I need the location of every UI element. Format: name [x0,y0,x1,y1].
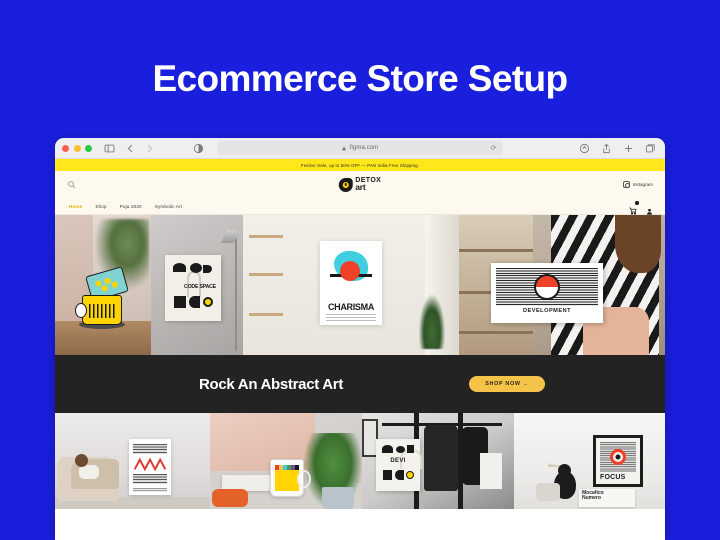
promo-banner-text: Festive Sale, up to 50% OFF — PAN India … [300,162,420,168]
address-url: figma.com [349,145,379,151]
close-window-button[interactable] [62,144,69,152]
forward-icon[interactable] [143,142,156,155]
minimize-window-button[interactable] [73,144,81,152]
cta-title: Rock An Abstract Art [199,375,344,393]
browser-window: figma.com ⟳ Festive Sale, up to 50% OFF … [55,138,665,540]
instagram-icon [622,181,630,188]
new-tab-icon[interactable] [622,142,635,155]
hero-cell-charisma-poster[interactable]: CHARISMA [243,215,459,355]
contrast-icon[interactable] [192,142,205,155]
hero-cell-stacked-mugs[interactable] [55,215,151,355]
logo-bottom-word: art [355,182,366,193]
browser-toolbar: figma.com ⟳ [55,138,665,159]
nav-item-shop[interactable]: Shop [95,204,106,209]
eye-logo-icon [338,177,353,192]
devi-tote-text: DEVI [390,458,406,464]
instagram-label: Instagram [632,182,653,187]
cta-banner: Rock An Abstract Art SHOP NOW → [55,355,665,413]
shield-icon[interactable] [578,142,591,155]
bottom-cell-colorful-mug[interactable] [210,413,362,509]
bottom-cell-focus-poster[interactable]: FOCUS Mocafico Numero [514,413,665,509]
nav-item-symbolic-art[interactable]: Symbolic Art [155,204,182,209]
page-title: Ecommerce Store Setup [152,58,568,99]
tote-product-text: CODE SPACE [184,284,216,290]
site-header: DETOX art Instagram [55,171,665,198]
maximize-window-button[interactable] [85,144,92,152]
site-logo[interactable]: DETOX art [338,177,382,193]
hero-cell-development-poster[interactable]: DEVELOPMENT [459,215,665,355]
site-navigation: Home Shop Puja 2020 Symbolic Art [55,198,665,215]
charisma-poster-text: CHARISMA [327,302,375,312]
cart-badge [635,201,639,205]
book-title-line2: Numero [582,495,601,502]
hero-cell-code-space-tote[interactable]: CODE SPACE [151,215,243,355]
bottom-cell-devi-tote[interactable]: DEVI [362,413,514,509]
book-stack: Mocafico Numero [579,489,635,507]
nav-item-home[interactable]: Home [69,204,82,209]
shopping-cart-icon[interactable] [629,201,639,215]
search-icon[interactable] [67,180,76,189]
back-icon[interactable] [124,142,137,155]
nav-item-puja-2020[interactable]: Puja 2020 [120,204,142,209]
shop-now-button[interactable]: SHOP NOW → [469,376,545,392]
bottom-cell-living-room-art[interactable] [55,413,210,509]
promo-banner: Festive Sale, up to 50% OFF — PAN India … [55,159,665,171]
development-poster-text: DEVELOPMENT [522,308,572,314]
sidebar-toggle-icon[interactable] [103,142,116,155]
bottom-product-grid: DEVI FOCUS Mocafico Numero [55,413,665,509]
tabs-overview-icon[interactable] [644,142,657,155]
user-account-icon[interactable] [646,202,653,215]
focus-poster-text: FOCUS [600,474,626,481]
share-icon[interactable] [600,142,613,155]
address-bar[interactable]: figma.com ⟳ [217,141,503,155]
hero-product-grid: CODE SPACE CHARISMA DEVELOPMENT [55,215,665,355]
instagram-link[interactable]: Instagram [622,181,653,188]
lock-icon [342,146,346,150]
window-traffic-lights[interactable] [62,144,92,152]
reload-icon[interactable]: ⟳ [491,145,497,152]
